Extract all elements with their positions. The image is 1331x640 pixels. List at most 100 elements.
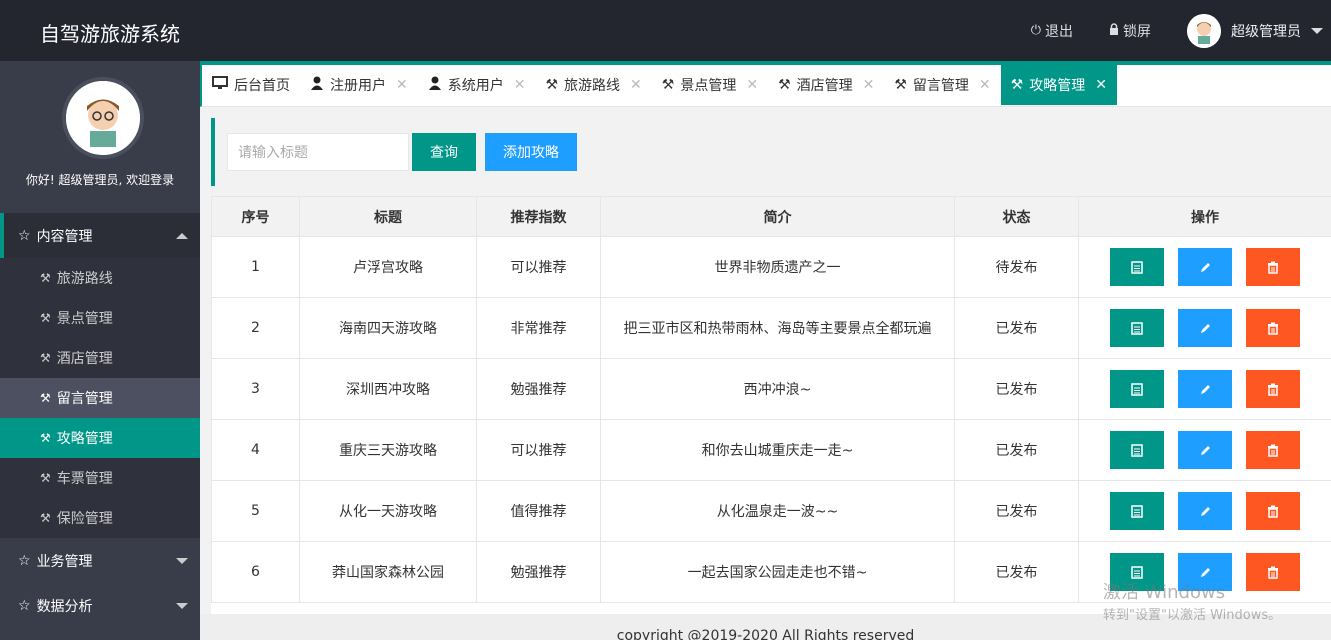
tab-system-users[interactable]: 系统用户 ✕ [418, 65, 536, 105]
view-button[interactable] [1110, 492, 1164, 530]
user-menu[interactable]: 超级管理员 [1187, 13, 1327, 48]
table-row: 3 深圳西冲攻略 勉强推荐 西冲冲浪~ 已发布 [211, 358, 1331, 420]
close-icon[interactable]: ✕ [396, 77, 408, 93]
delete-button[interactable] [1246, 309, 1300, 347]
tools-icon: ⚒ [40, 271, 51, 285]
document-icon [1131, 443, 1143, 457]
recommend-rating: 可以推荐 [476, 419, 601, 481]
app-title: 自驾游旅游系统 [40, 22, 180, 46]
menu-group-label: 数据分析 [36, 598, 93, 615]
menu-group-business[interactable]: ☆ 业务管理 [0, 538, 200, 583]
tools-icon: ⚒ [40, 311, 51, 325]
sidebar-item-messages[interactable]: ⚒ 留言管理 [0, 378, 200, 418]
pencil-icon [1200, 567, 1210, 577]
sidebar-item-routes[interactable]: ⚒ 旅游路线 [0, 258, 200, 298]
delete-button[interactable] [1246, 248, 1300, 286]
column-header: 操作 [1078, 196, 1331, 237]
tab-bar: 后台首页 注册用户 ✕ 系统用户 ✕ ⚒ 旅游路线 ✕ ⚒ 景点管理 ✕ ⚒ 酒… [200, 61, 1331, 107]
close-icon[interactable]: ✕ [746, 77, 758, 93]
sidebar-item-guides[interactable]: ⚒ 攻略管理 [0, 418, 200, 458]
view-button[interactable] [1110, 309, 1164, 347]
tab-guides[interactable]: ⚒ 攻略管理 ✕ [1000, 65, 1117, 105]
row-actions [1078, 297, 1331, 359]
guide-title: 深圳西冲攻略 [299, 358, 477, 420]
tab-label: 景点管理 [680, 78, 737, 94]
action-group [1079, 431, 1331, 469]
delete-button[interactable] [1246, 431, 1300, 469]
close-icon[interactable]: ✕ [979, 77, 991, 93]
sidebar: 你好! 超级管理员, 欢迎登录 ☆ 内容管理 ⚒ 旅游路线 ⚒ 景点管理 ⚒ 酒… [0, 61, 200, 640]
column-header: 推荐指数 [476, 196, 601, 237]
close-icon[interactable]: ✕ [1095, 77, 1107, 93]
sidebar-item-tickets[interactable]: ⚒ 车票管理 [0, 458, 200, 498]
action-group [1079, 492, 1331, 530]
column-header: 序号 [211, 196, 300, 237]
sidebar-item-label: 保险管理 [56, 511, 113, 527]
tab-label: 注册用户 [330, 78, 386, 94]
add-guide-button[interactable]: 添加攻略 [485, 133, 577, 171]
row-index: 6 [211, 541, 300, 603]
pencil-icon [1200, 445, 1210, 455]
delete-button[interactable] [1246, 553, 1300, 591]
star-icon: ☆ [18, 597, 31, 614]
close-icon[interactable]: ✕ [630, 77, 642, 93]
edit-button[interactable] [1178, 309, 1232, 347]
sidebar-item-attractions[interactable]: ⚒ 景点管理 [0, 298, 200, 338]
profile-avatar [62, 77, 144, 159]
row-index: 5 [211, 480, 300, 542]
guide-table: 序号 标题 推荐指数 简介 状态 操作 1 卢浮宫攻略 可以推荐 世界非物质遗产之一待… [211, 196, 1331, 614]
tab-routes[interactable]: ⚒ 旅游路线 ✕ [535, 65, 651, 105]
menu-group-analytics[interactable]: ☆ 数据分析 [0, 583, 200, 628]
tab-home[interactable]: 后台首页 [202, 65, 300, 105]
guide-title: 莽山国家森林公园 [299, 541, 477, 603]
view-button[interactable] [1110, 248, 1164, 286]
view-button[interactable] [1110, 431, 1164, 469]
sidebar-item-hotels[interactable]: ⚒ 酒店管理 [0, 338, 200, 378]
menu-group-label: 业务管理 [36, 553, 93, 570]
tools-icon: ⚒ [778, 77, 791, 93]
sidebar-item-label: 酒店管理 [56, 351, 113, 367]
sidebar-item-insurance[interactable]: ⚒ 保险管理 [0, 498, 200, 538]
sidebar-item-label: 旅游路线 [56, 271, 113, 287]
tools-icon: ⚒ [40, 431, 51, 445]
edit-button[interactable] [1178, 431, 1232, 469]
tab-label: 旅游路线 [564, 78, 621, 94]
menu-group-content[interactable]: ☆ 内容管理 [0, 213, 200, 258]
lock-screen-link[interactable]: 锁屏 [1109, 21, 1151, 41]
guide-intro: 西冲冲浪~ [600, 358, 955, 420]
search-input[interactable] [227, 133, 409, 171]
status-badge: 待发布 [954, 236, 1079, 298]
status-badge: 已发布 [954, 419, 1079, 481]
tab-messages[interactable]: ⚒ 留言管理 ✕ [884, 65, 1000, 105]
document-icon [1131, 382, 1143, 396]
tab-label: 攻略管理 [1029, 78, 1086, 94]
monitor-icon [212, 76, 228, 94]
edit-button[interactable] [1178, 248, 1232, 286]
close-icon[interactable]: ✕ [863, 77, 875, 93]
query-button[interactable]: 查询 [412, 133, 476, 171]
tab-attractions[interactable]: ⚒ 景点管理 ✕ [652, 65, 768, 105]
logout-link[interactable]: ⏻ 退出 [1031, 21, 1073, 41]
data-table: 序号 标题 推荐指数 简介 状态 操作 1 卢浮宫攻略 可以推荐 世界非物质遗产之一待… [211, 196, 1331, 603]
welcome-text: 你好! 超级管理员, 欢迎登录 [25, 173, 175, 187]
close-icon[interactable]: ✕ [514, 77, 526, 93]
status-badge: 已发布 [954, 541, 1079, 603]
recommend-rating: 勉强推荐 [476, 358, 601, 420]
document-icon [1131, 321, 1143, 335]
tab-registered-users[interactable]: 注册用户 ✕ [300, 65, 418, 105]
action-group [1079, 309, 1331, 347]
row-actions [1078, 480, 1331, 542]
edit-button[interactable] [1178, 370, 1232, 408]
tab-hotels[interactable]: ⚒ 酒店管理 ✕ [768, 65, 884, 105]
chevron-down-icon [176, 603, 188, 609]
document-icon [1131, 565, 1143, 579]
edit-button[interactable] [1178, 492, 1232, 530]
star-icon: ☆ [18, 227, 31, 244]
row-index: 4 [211, 419, 300, 481]
guide-title: 卢浮宫攻略 [299, 236, 477, 298]
pencil-icon [1200, 262, 1210, 272]
delete-button[interactable] [1246, 492, 1300, 530]
delete-button[interactable] [1246, 370, 1300, 408]
sidebar-item-label: 景点管理 [56, 311, 113, 327]
view-button[interactable] [1110, 370, 1164, 408]
